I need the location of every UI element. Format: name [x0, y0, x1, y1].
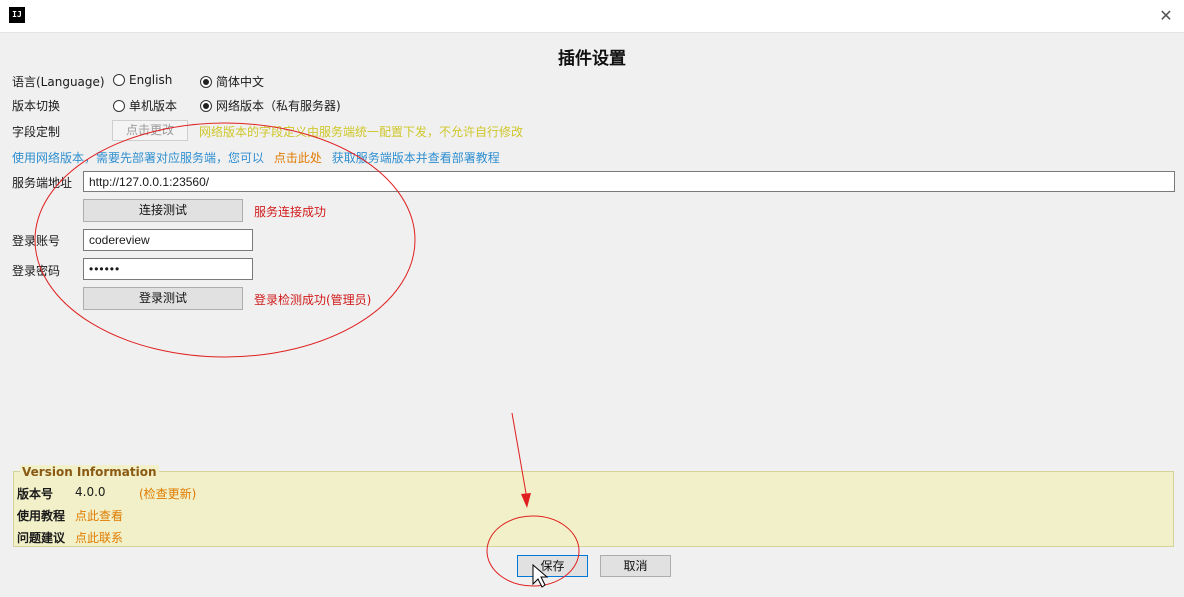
- radio-label: 简体中文: [216, 75, 265, 89]
- network-hint: 使用网络版本，需要先部署对应服务端，您可以 点击此处 获取服务端版本并查看部署教…: [12, 149, 500, 166]
- feedback-label: 问题建议: [17, 531, 66, 545]
- network-hint-prefix: 使用网络版本，需要先部署对应服务端，您可以: [12, 151, 265, 165]
- version-info-legend: Version Information: [20, 465, 159, 479]
- radio-label: 网络版本（私有服务器): [216, 99, 341, 113]
- cancel-button[interactable]: 取消: [600, 555, 671, 577]
- radio-dot-selected: [200, 75, 212, 88]
- radio-dot-selected: [200, 99, 212, 112]
- radio-label: English: [129, 73, 173, 87]
- dialog-title: 插件设置: [558, 49, 626, 69]
- account-label: 登录账号: [12, 234, 61, 248]
- server-address-label: 服务端地址: [12, 176, 73, 190]
- login-test-result: 登录检测成功(管理员): [254, 293, 372, 307]
- tutorial-row: 使用教程 点此查看: [17, 507, 123, 524]
- server-address-input[interactable]: http://127.0.0.1:23560/: [83, 171, 1175, 192]
- language-label: 语言(Language): [12, 75, 105, 89]
- account-input[interactable]: codereview: [83, 229, 253, 251]
- radio-network[interactable]: 网络版本（私有服务器): [200, 97, 341, 114]
- close-icon[interactable]: ✕: [1154, 4, 1178, 28]
- login-test-button[interactable]: 登录测试: [83, 287, 243, 310]
- radio-label: 单机版本: [129, 99, 178, 113]
- radio-dot: [113, 74, 125, 86]
- field-custom-note: 网络版本的字段定义由服务端统一配置下发，不允许自行修改: [199, 125, 524, 139]
- version-row: 版本号 4.0.0 (检查更新): [17, 485, 196, 502]
- intellij-app-icon: IJ: [9, 7, 25, 23]
- version-label: 版本号: [17, 487, 54, 501]
- tutorial-label: 使用教程: [17, 509, 66, 523]
- version-switch-label: 版本切换: [12, 99, 61, 113]
- radio-standalone[interactable]: 单机版本: [113, 97, 177, 114]
- radio-english[interactable]: English: [113, 73, 172, 87]
- network-hint-suffix: 获取服务端版本并查看部署教程: [331, 151, 500, 165]
- field-custom-label: 字段定制: [12, 125, 61, 139]
- tutorial-link[interactable]: 点此查看: [75, 507, 123, 524]
- feedback-row: 问题建议 点此联系: [17, 529, 123, 546]
- network-hint-link[interactable]: 点击此处: [274, 151, 322, 165]
- radio-dot: [113, 99, 125, 112]
- connection-test-button[interactable]: 连接测试: [83, 199, 243, 222]
- field-custom-button[interactable]: 点击更改: [112, 120, 188, 141]
- version-info-panel: Version Information 版本号 4.0.0 (检查更新) 使用教…: [13, 465, 1174, 547]
- connection-test-result: 服务连接成功: [254, 205, 327, 219]
- password-input[interactable]: ••••••: [83, 258, 253, 280]
- version-value: 4.0.0: [75, 485, 106, 499]
- feedback-link[interactable]: 点此联系: [75, 529, 123, 546]
- check-update-link[interactable]: (检查更新): [139, 485, 196, 502]
- radio-simplified-chinese[interactable]: 简体中文: [200, 73, 264, 90]
- window-titlebar: IJ ✕: [0, 0, 1184, 33]
- save-button[interactable]: 保存: [517, 555, 588, 577]
- password-label: 登录密码: [12, 264, 61, 278]
